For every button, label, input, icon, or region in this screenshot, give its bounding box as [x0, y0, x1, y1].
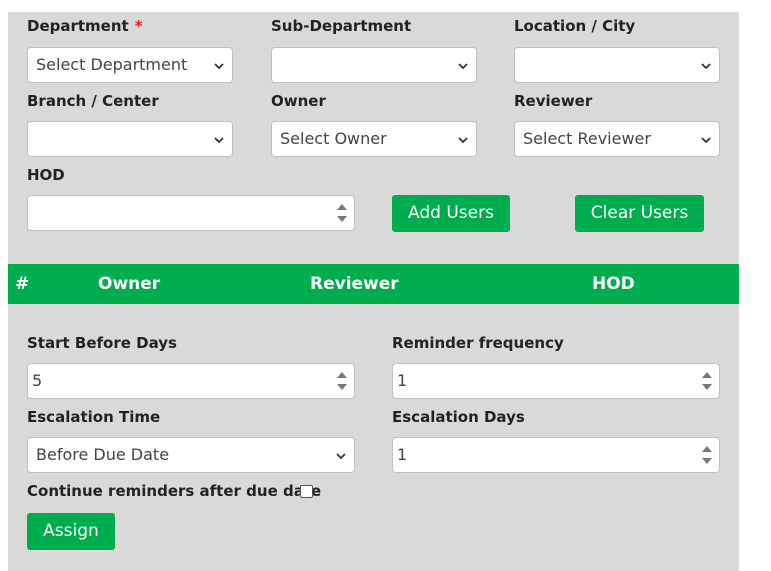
owner-label: Owner	[271, 92, 326, 110]
column-header-hod: HOD	[592, 274, 635, 294]
escalation-time-select[interactable]: Before Due Date	[27, 437, 355, 473]
chevron-down-icon	[701, 137, 711, 144]
assign-button[interactable]: Assign	[27, 513, 115, 550]
chevron-down-icon	[458, 63, 468, 70]
users-table-header: # Owner Reviewer HOD	[8, 264, 739, 304]
spinner-arrows-icon[interactable]	[701, 369, 713, 393]
department-label: Department *	[27, 17, 143, 35]
column-header-owner: Owner	[98, 274, 161, 294]
start-before-days-label: Start Before Days	[27, 334, 177, 352]
escalation-time-value: Before Due Date	[36, 445, 170, 464]
required-asterisk: *	[134, 17, 143, 35]
continue-reminders-label: Continue reminders after due date	[27, 482, 322, 500]
sub-department-select[interactable]	[271, 47, 477, 83]
reviewer-select-value: Select Reviewer	[523, 129, 651, 148]
start-before-days-value: 5	[32, 371, 43, 390]
add-users-button[interactable]: Add Users	[392, 195, 510, 232]
start-before-days-input[interactable]: 5	[27, 363, 355, 399]
continue-reminders-checkbox[interactable]	[300, 485, 313, 498]
location-select[interactable]	[514, 47, 720, 83]
branch-select[interactable]	[27, 121, 233, 157]
reviewer-select[interactable]: Select Reviewer	[514, 121, 720, 157]
owner-select-value: Select Owner	[280, 129, 387, 148]
spinner-arrows-icon[interactable]	[336, 369, 348, 393]
department-select[interactable]: Select Department	[27, 47, 233, 83]
reminder-frequency-label: Reminder frequency	[392, 334, 564, 352]
spinner-arrows-icon[interactable]	[336, 201, 348, 225]
reviewer-label: Reviewer	[514, 92, 593, 110]
owner-select[interactable]: Select Owner	[271, 121, 477, 157]
reminder-frequency-value: 1	[397, 371, 408, 390]
hod-label: HOD	[27, 166, 65, 184]
department-select-value: Select Department	[36, 55, 188, 74]
escalation-days-input[interactable]: 1	[392, 437, 720, 473]
sub-department-label: Sub-Department	[271, 17, 412, 35]
chevron-down-icon	[214, 137, 224, 144]
column-header-reviewer: Reviewer	[310, 274, 399, 294]
clear-users-button[interactable]: Clear Users	[575, 195, 704, 232]
chevron-down-icon	[214, 63, 224, 70]
hod-input[interactable]	[27, 195, 355, 231]
chevron-down-icon	[458, 137, 468, 144]
branch-label: Branch / Center	[27, 92, 159, 110]
spinner-arrows-icon[interactable]	[701, 443, 713, 467]
chevron-down-icon	[701, 63, 711, 70]
escalation-days-label: Escalation Days	[392, 408, 525, 426]
location-label: Location / City	[514, 17, 636, 35]
reminder-frequency-input[interactable]: 1	[392, 363, 720, 399]
chevron-down-icon	[336, 453, 346, 460]
escalation-days-value: 1	[397, 445, 408, 464]
escalation-time-label: Escalation Time	[27, 408, 161, 426]
column-header-index: #	[15, 274, 30, 294]
